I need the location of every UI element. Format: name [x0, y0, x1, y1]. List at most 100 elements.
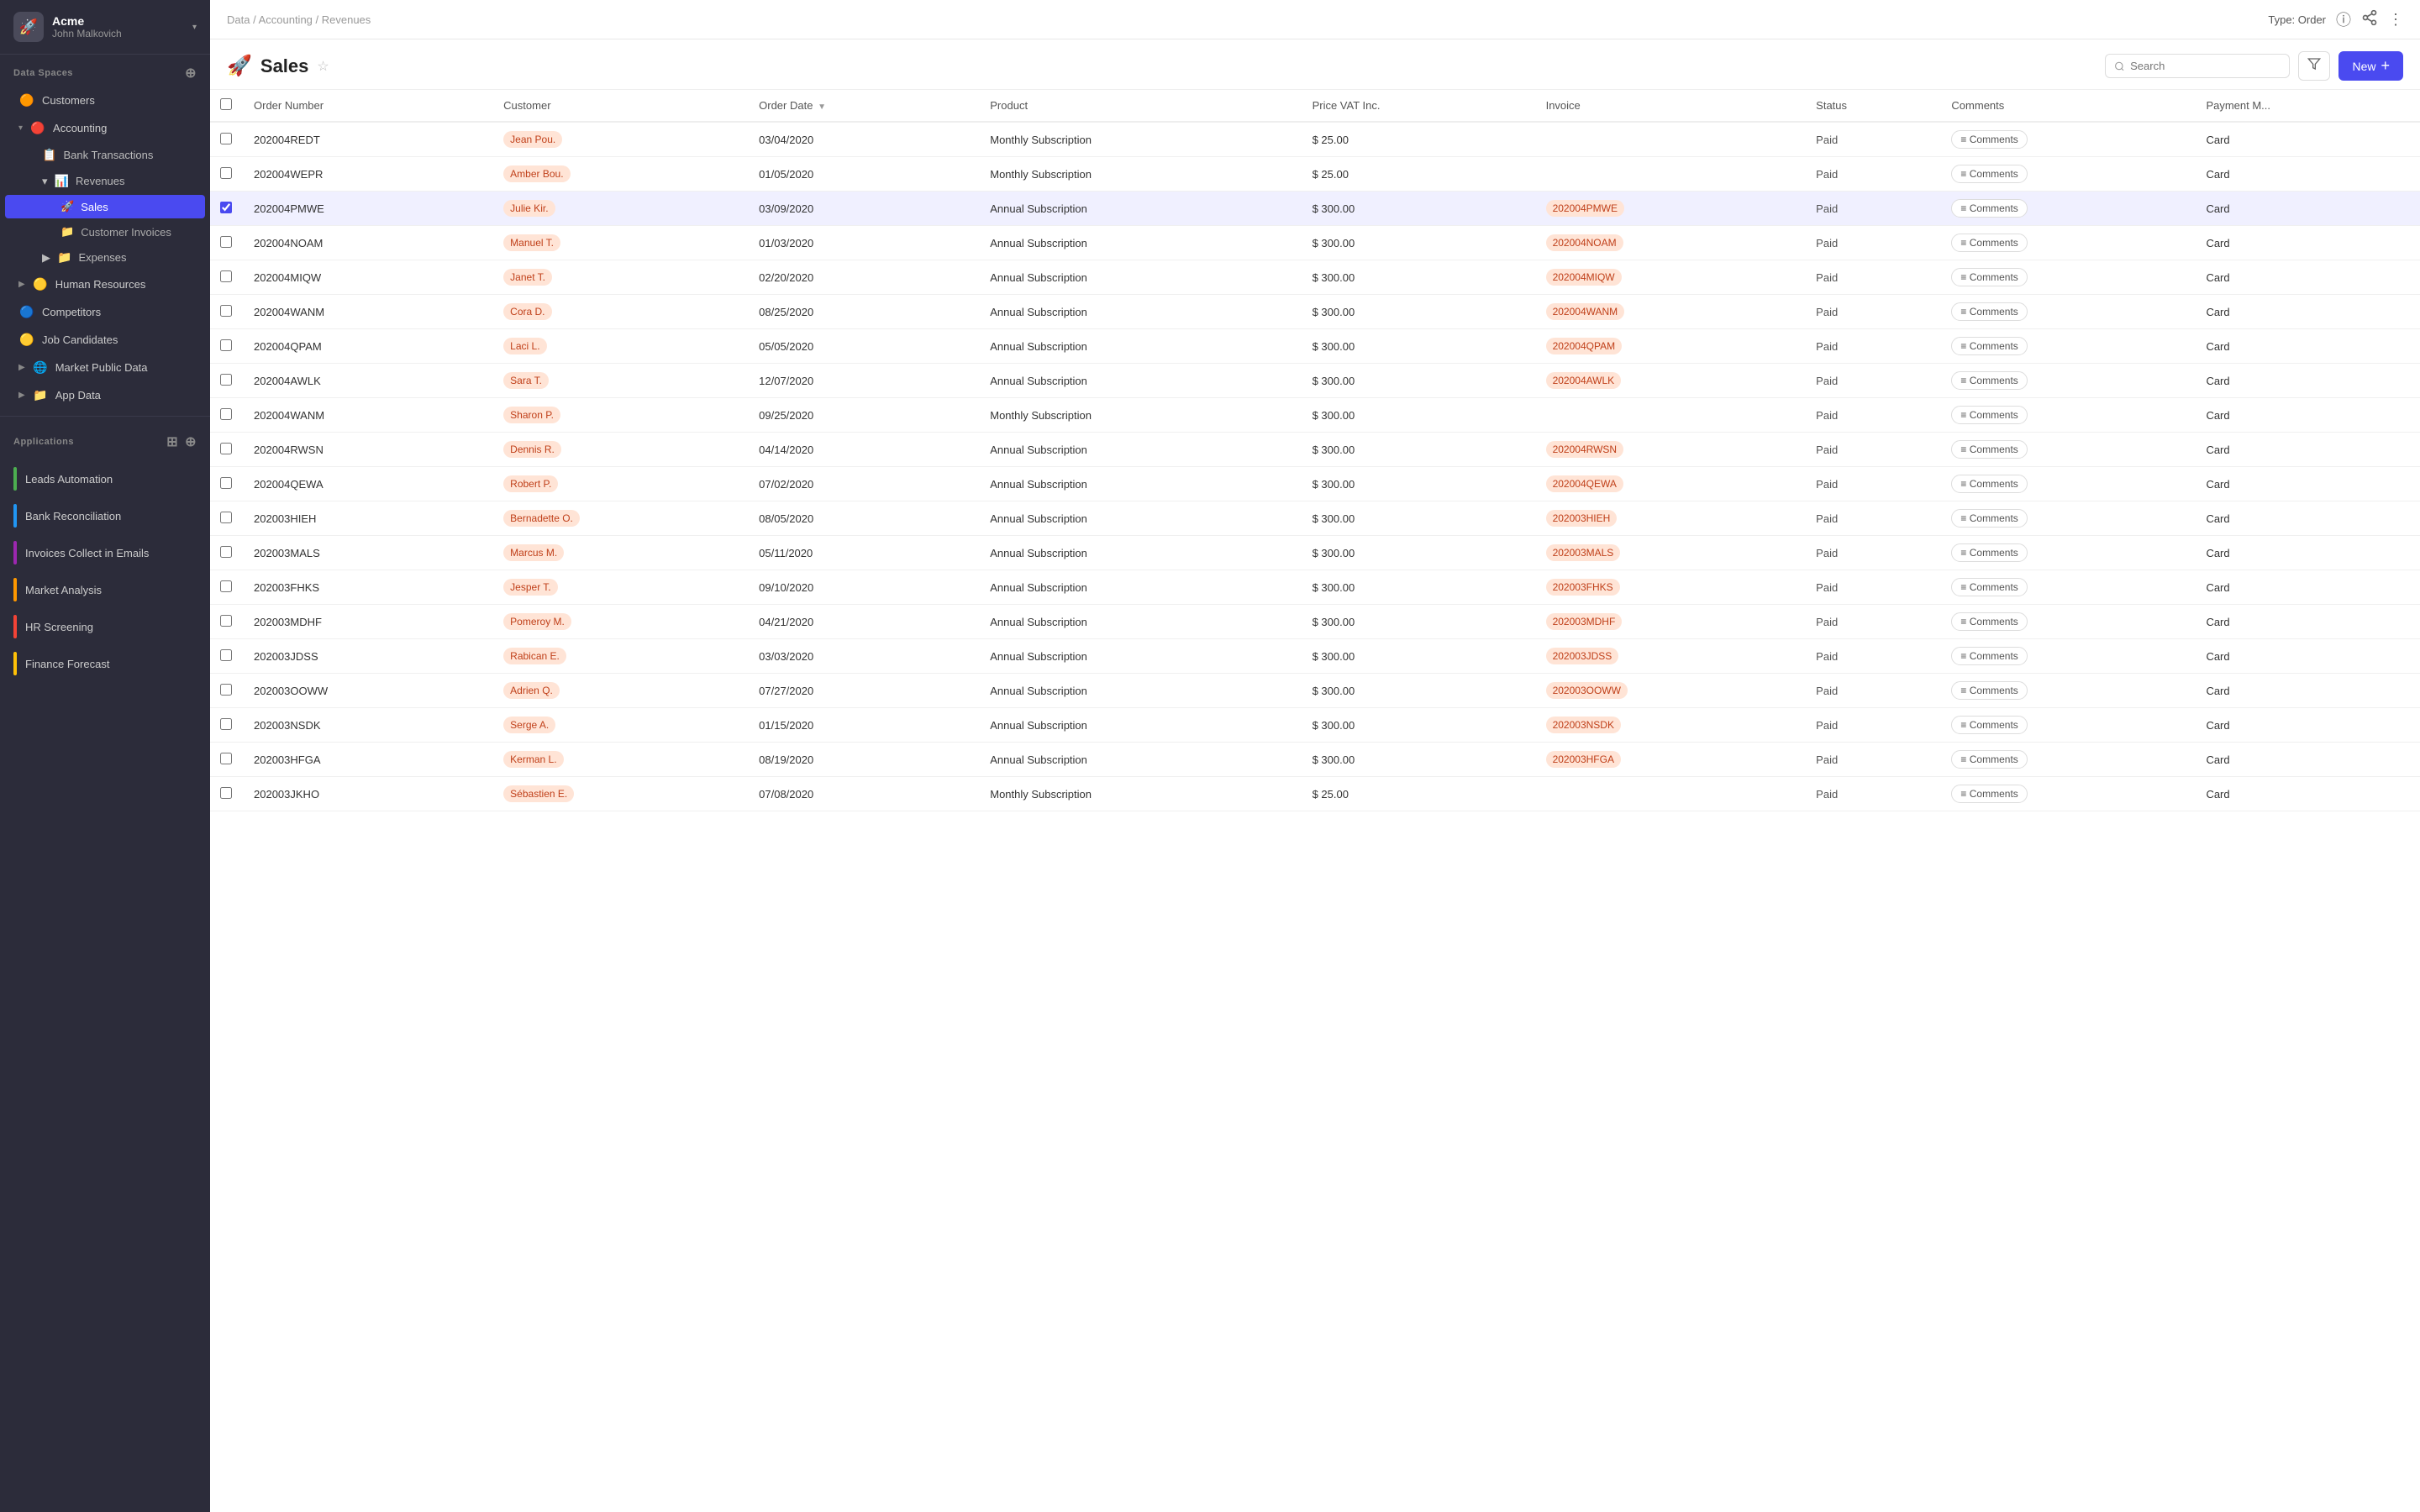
- select-all-checkbox[interactable]: [220, 98, 232, 110]
- row-checkbox[interactable]: [220, 133, 232, 144]
- search-input[interactable]: [2130, 60, 2281, 72]
- comments-button[interactable]: ≡ Comments: [1951, 750, 2027, 769]
- invoice-chip[interactable]: 202003OOWW: [1546, 682, 1628, 699]
- invoice-chip[interactable]: 202003MALS: [1546, 544, 1621, 561]
- sidebar-item-sales[interactable]: 🚀 Sales: [5, 195, 205, 218]
- row-checkbox[interactable]: [220, 580, 232, 592]
- invoice-chip[interactable]: 202004QPAM: [1546, 338, 1623, 354]
- more-icon[interactable]: ⋮: [2388, 11, 2403, 29]
- row-checkbox[interactable]: [220, 408, 232, 420]
- new-button[interactable]: New +: [2338, 51, 2403, 81]
- comments-button[interactable]: ≡ Comments: [1951, 199, 2027, 218]
- row-checkbox-cell[interactable]: [210, 708, 244, 743]
- row-checkbox[interactable]: [220, 615, 232, 627]
- sidebar-item-accounting[interactable]: ▾ 🔴 Accounting: [5, 115, 205, 141]
- filter-button[interactable]: [2298, 51, 2330, 81]
- row-checkbox-cell[interactable]: [210, 329, 244, 364]
- share-icon[interactable]: [2361, 9, 2378, 30]
- sidebar-header[interactable]: 🚀 Acme John Malkovich ▾: [0, 0, 210, 55]
- row-checkbox-cell[interactable]: [210, 295, 244, 329]
- row-checkbox[interactable]: [220, 374, 232, 386]
- comments-button[interactable]: ≡ Comments: [1951, 165, 2027, 183]
- row-checkbox-cell[interactable]: [210, 122, 244, 157]
- sidebar-item-human-resources[interactable]: ▶ 🟡 Human Resources: [5, 271, 205, 297]
- row-checkbox-cell[interactable]: [210, 536, 244, 570]
- comments-button[interactable]: ≡ Comments: [1951, 371, 2027, 390]
- invoice-chip[interactable]: 202003NSDK: [1546, 717, 1621, 733]
- row-checkbox-cell[interactable]: [210, 157, 244, 192]
- row-checkbox-cell[interactable]: [210, 501, 244, 536]
- row-checkbox[interactable]: [220, 202, 232, 213]
- sidebar-item-bank-transactions[interactable]: 📋 Bank Transactions: [5, 143, 205, 167]
- invoice-chip[interactable]: 202003JDSS: [1546, 648, 1619, 664]
- comments-button[interactable]: ≡ Comments: [1951, 130, 2027, 149]
- row-checkbox[interactable]: [220, 684, 232, 696]
- row-checkbox[interactable]: [220, 339, 232, 351]
- comments-button[interactable]: ≡ Comments: [1951, 716, 2027, 734]
- col-order-date[interactable]: Order Date ▼: [749, 90, 980, 122]
- comments-button[interactable]: ≡ Comments: [1951, 234, 2027, 252]
- row-checkbox-cell[interactable]: [210, 226, 244, 260]
- invoice-chip[interactable]: 202004QEWA: [1546, 475, 1623, 492]
- app-leads-automation[interactable]: Leads Automation: [0, 460, 210, 497]
- row-checkbox[interactable]: [220, 443, 232, 454]
- row-checkbox[interactable]: [220, 167, 232, 179]
- invoice-chip[interactable]: 202003HFGA: [1546, 751, 1621, 768]
- info-icon[interactable]: ⓘ: [2336, 8, 2351, 30]
- row-checkbox[interactable]: [220, 236, 232, 248]
- row-checkbox-cell[interactable]: [210, 605, 244, 639]
- comments-button[interactable]: ≡ Comments: [1951, 612, 2027, 631]
- comments-button[interactable]: ≡ Comments: [1951, 475, 2027, 493]
- row-checkbox-cell[interactable]: [210, 260, 244, 295]
- invoice-chip[interactable]: 202003HIEH: [1546, 510, 1618, 527]
- invoice-chip[interactable]: 202004WANM: [1546, 303, 1625, 320]
- app-hr-screening[interactable]: HR Screening: [0, 608, 210, 645]
- sidebar-item-competitors[interactable]: 🔵 Competitors: [5, 299, 205, 325]
- row-checkbox-cell[interactable]: [210, 192, 244, 226]
- comments-button[interactable]: ≡ Comments: [1951, 647, 2027, 665]
- comments-button[interactable]: ≡ Comments: [1951, 509, 2027, 528]
- comments-button[interactable]: ≡ Comments: [1951, 406, 2027, 424]
- row-checkbox-cell[interactable]: [210, 467, 244, 501]
- comments-button[interactable]: ≡ Comments: [1951, 681, 2027, 700]
- row-checkbox[interactable]: [220, 546, 232, 558]
- row-checkbox[interactable]: [220, 787, 232, 799]
- comments-button[interactable]: ≡ Comments: [1951, 302, 2027, 321]
- apps-grid-icon[interactable]: ⊞: [166, 433, 178, 450]
- comments-button[interactable]: ≡ Comments: [1951, 268, 2027, 286]
- sidebar-item-job-candidates[interactable]: 🟡 Job Candidates: [5, 327, 205, 353]
- comments-button[interactable]: ≡ Comments: [1951, 543, 2027, 562]
- row-checkbox[interactable]: [220, 270, 232, 282]
- sidebar-item-market-public-data[interactable]: ▶ 🌐 Market Public Data: [5, 354, 205, 381]
- invoice-chip[interactable]: 202004PMWE: [1546, 200, 1624, 217]
- sidebar-item-customers[interactable]: 🟠 Customers: [5, 87, 205, 113]
- comments-button[interactable]: ≡ Comments: [1951, 785, 2027, 803]
- row-checkbox-cell[interactable]: [210, 777, 244, 811]
- app-finance-forecast[interactable]: Finance Forecast: [0, 645, 210, 682]
- row-checkbox[interactable]: [220, 718, 232, 730]
- invoice-chip[interactable]: 202004RWSN: [1546, 441, 1624, 458]
- row-checkbox[interactable]: [220, 512, 232, 523]
- invoice-chip[interactable]: 202004NOAM: [1546, 234, 1623, 251]
- sidebar-item-revenues[interactable]: ▾ 📊 Revenues: [5, 169, 205, 193]
- app-invoices-collect[interactable]: Invoices Collect in Emails: [0, 534, 210, 571]
- sidebar-item-customer-invoices[interactable]: 📁 Customer Invoices: [5, 220, 205, 244]
- invoice-chip[interactable]: 202004MIQW: [1546, 269, 1622, 286]
- row-checkbox[interactable]: [220, 305, 232, 317]
- row-checkbox-cell[interactable]: [210, 433, 244, 467]
- invoice-chip[interactable]: 202003MDHF: [1546, 613, 1623, 630]
- comments-button[interactable]: ≡ Comments: [1951, 578, 2027, 596]
- row-checkbox[interactable]: [220, 753, 232, 764]
- favorite-icon[interactable]: ☆: [317, 58, 329, 75]
- app-market-analysis[interactable]: Market Analysis: [0, 571, 210, 608]
- row-checkbox-cell[interactable]: [210, 639, 244, 674]
- row-checkbox[interactable]: [220, 477, 232, 489]
- add-app-icon[interactable]: ⊕: [185, 433, 197, 450]
- row-checkbox-cell[interactable]: [210, 743, 244, 777]
- comments-button[interactable]: ≡ Comments: [1951, 440, 2027, 459]
- add-data-space-icon[interactable]: ⊕: [185, 65, 197, 81]
- invoice-chip[interactable]: 202004AWLK: [1546, 372, 1622, 389]
- comments-button[interactable]: ≡ Comments: [1951, 337, 2027, 355]
- app-bank-reconciliation[interactable]: Bank Reconciliation: [0, 497, 210, 534]
- sidebar-item-app-data[interactable]: ▶ 📁 App Data: [5, 382, 205, 408]
